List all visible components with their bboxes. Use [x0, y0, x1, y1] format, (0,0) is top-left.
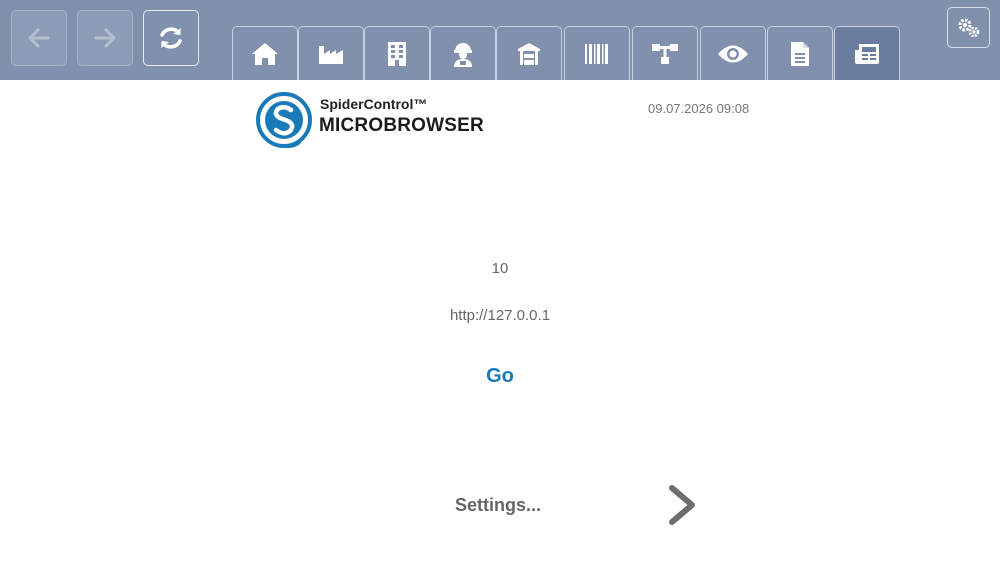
tab-document[interactable] — [767, 26, 833, 80]
operator-icon — [454, 42, 472, 67]
tab-newspaper[interactable] — [834, 26, 900, 80]
tab-factory[interactable] — [298, 26, 364, 80]
top-toolbar — [0, 0, 1000, 80]
tab-warehouse[interactable] — [496, 26, 562, 80]
spidercontrol-logo-icon — [256, 92, 312, 148]
gears-icon — [958, 18, 979, 37]
warehouse-icon — [518, 42, 540, 65]
refresh-icon — [160, 27, 182, 49]
datetime-display: 09.07.2026 09:08 — [648, 101, 750, 116]
tab-network[interactable] — [632, 26, 698, 80]
newspaper-icon — [855, 43, 879, 64]
back-button[interactable] — [11, 10, 67, 66]
home-icon — [252, 42, 278, 65]
settings-gear-button[interactable] — [947, 7, 990, 48]
tab-eye[interactable] — [700, 26, 766, 80]
reload-button[interactable] — [143, 10, 199, 66]
tab-home[interactable] — [232, 26, 298, 80]
tab-building[interactable] — [364, 26, 430, 80]
logo: SpiderControl™ MICROBROWSER — [256, 90, 484, 150]
building-icon — [388, 41, 406, 66]
arrow-right-icon — [94, 28, 116, 48]
eye-icon — [718, 45, 748, 62]
document-icon — [791, 41, 809, 66]
factory-icon — [319, 45, 343, 64]
product-name: MICROBROWSER — [319, 115, 484, 136]
arrow-left-icon — [28, 28, 50, 48]
network-icon — [652, 43, 678, 64]
chevron-right-icon[interactable] — [664, 484, 700, 526]
barcode-icon — [585, 43, 608, 64]
forward-button[interactable] — [77, 10, 133, 66]
tab-operator[interactable] — [430, 26, 496, 80]
settings-link[interactable]: Settings... — [438, 495, 558, 516]
url-display: http://127.0.0.1 — [449, 307, 551, 324]
tab-barcode[interactable] — [564, 26, 630, 80]
value-display: 10 — [491, 260, 509, 277]
go-button[interactable]: Go — [470, 365, 530, 388]
brand-name: SpiderControl™ — [320, 96, 428, 112]
